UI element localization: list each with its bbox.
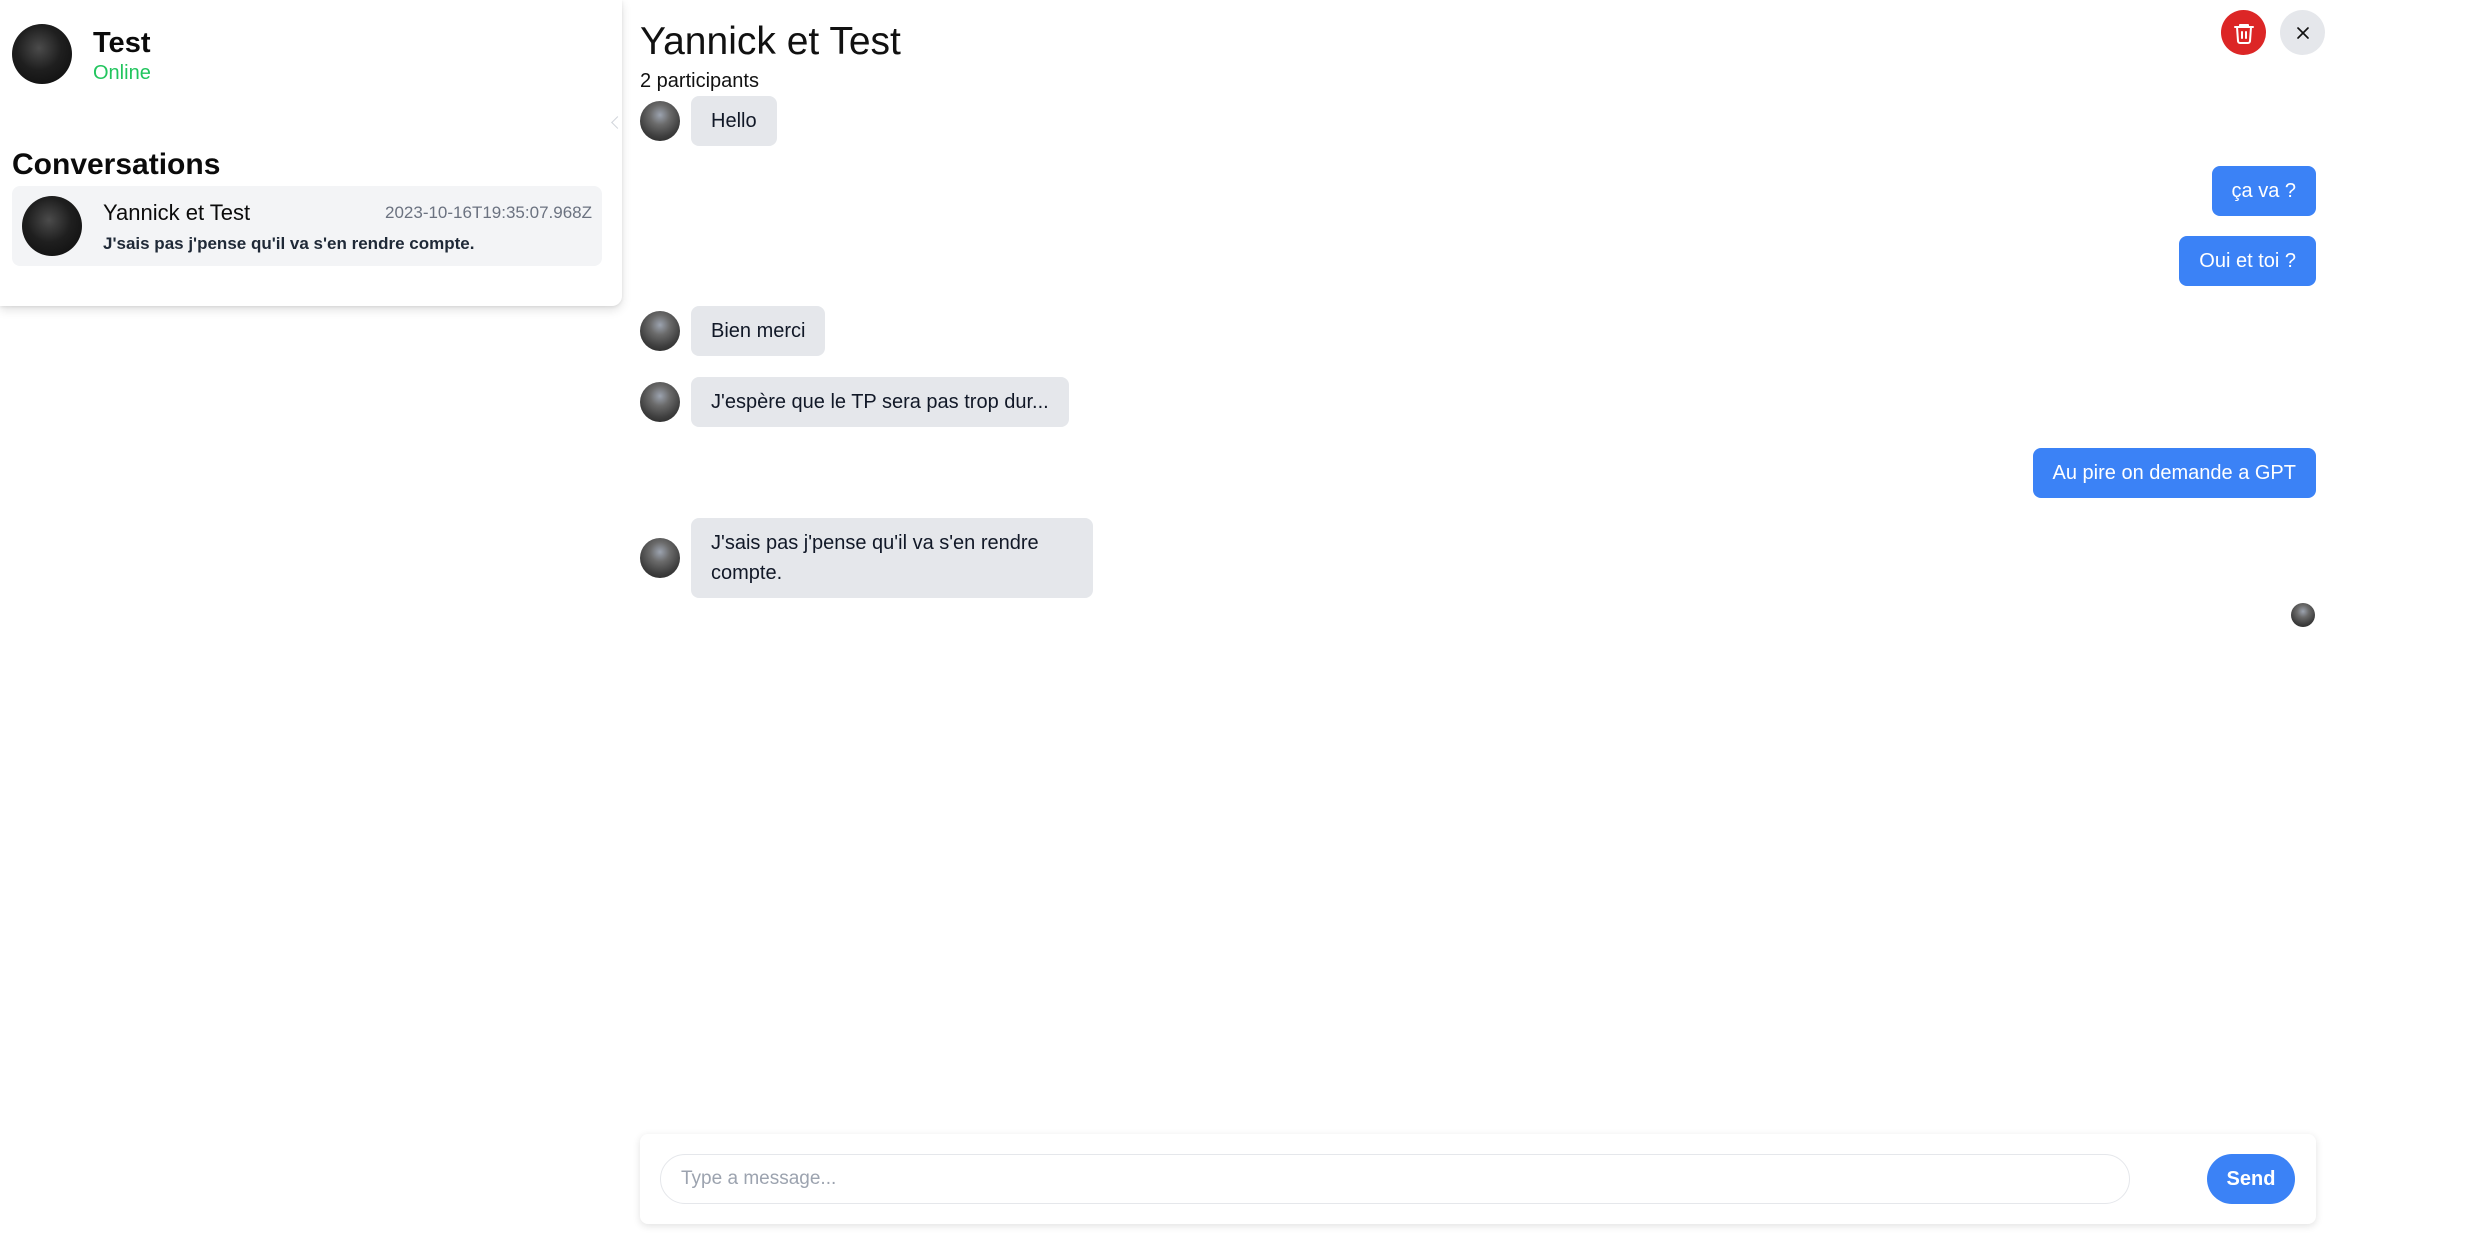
message-outgoing: ça va ?	[2211, 166, 2316, 216]
message-bubble: ça va ?	[2211, 166, 2316, 216]
close-chat-button[interactable]	[2280, 10, 2325, 55]
message-bubble: Oui et toi ?	[2179, 236, 2316, 286]
participants-count: 2 participants	[640, 70, 759, 92]
delete-conversation-button[interactable]	[2221, 10, 2266, 55]
sender-avatar	[640, 538, 680, 578]
message-bubble: J'sais pas j'pense qu'il va s'en rendre …	[691, 518, 1093, 598]
message-bubble: Bien merci	[691, 306, 826, 356]
message-incoming: Bien merci	[640, 306, 826, 356]
message-incoming: J'sais pas j'pense qu'il va s'en rendre …	[640, 518, 1093, 598]
send-button[interactable]: Send	[2207, 1154, 2295, 1204]
message-bubble: Au pire on demande a GPT	[2032, 448, 2316, 498]
conversations-heading: Conversations	[12, 148, 221, 181]
chat-title: Yannick et Test	[640, 20, 901, 63]
message-outgoing: Oui et toi ?	[2179, 236, 2316, 286]
user-name: Test	[93, 27, 151, 59]
sender-avatar	[640, 101, 680, 141]
conversation-preview: J'sais pas j'pense qu'il va s'en rendre …	[103, 234, 475, 253]
trash-icon	[2233, 23, 2254, 44]
conversation-item[interactable]: Yannick et Test 2023-10-16T19:35:07.968Z…	[12, 186, 602, 266]
message-composer: Send	[640, 1134, 2316, 1224]
conversation-date: 2023-10-16T19:35:07.968Z	[385, 203, 592, 222]
message-bubble: Hello	[691, 96, 777, 146]
user-profile: Test Online	[12, 24, 151, 85]
message-bubble: J'espère que le TP sera pas trop dur...	[691, 377, 1069, 427]
message-incoming: Hello	[640, 96, 777, 146]
message-outgoing: Au pire on demande a GPT	[2032, 448, 2316, 498]
chevron-left-icon[interactable]	[611, 116, 624, 129]
user-status: Online	[93, 62, 151, 84]
conversation-avatar	[22, 196, 82, 256]
conversation-name: Yannick et Test	[103, 200, 251, 225]
read-receipt-avatar	[2291, 603, 2315, 627]
close-icon	[2296, 26, 2309, 39]
sidebar: Test Online Conversations Yannick et Tes…	[0, 0, 624, 306]
user-avatar[interactable]	[12, 24, 72, 84]
message-incoming: J'espère que le TP sera pas trop dur...	[640, 377, 1069, 427]
sender-avatar	[640, 382, 680, 422]
sender-avatar	[640, 311, 680, 351]
message-input[interactable]	[660, 1154, 2130, 1204]
